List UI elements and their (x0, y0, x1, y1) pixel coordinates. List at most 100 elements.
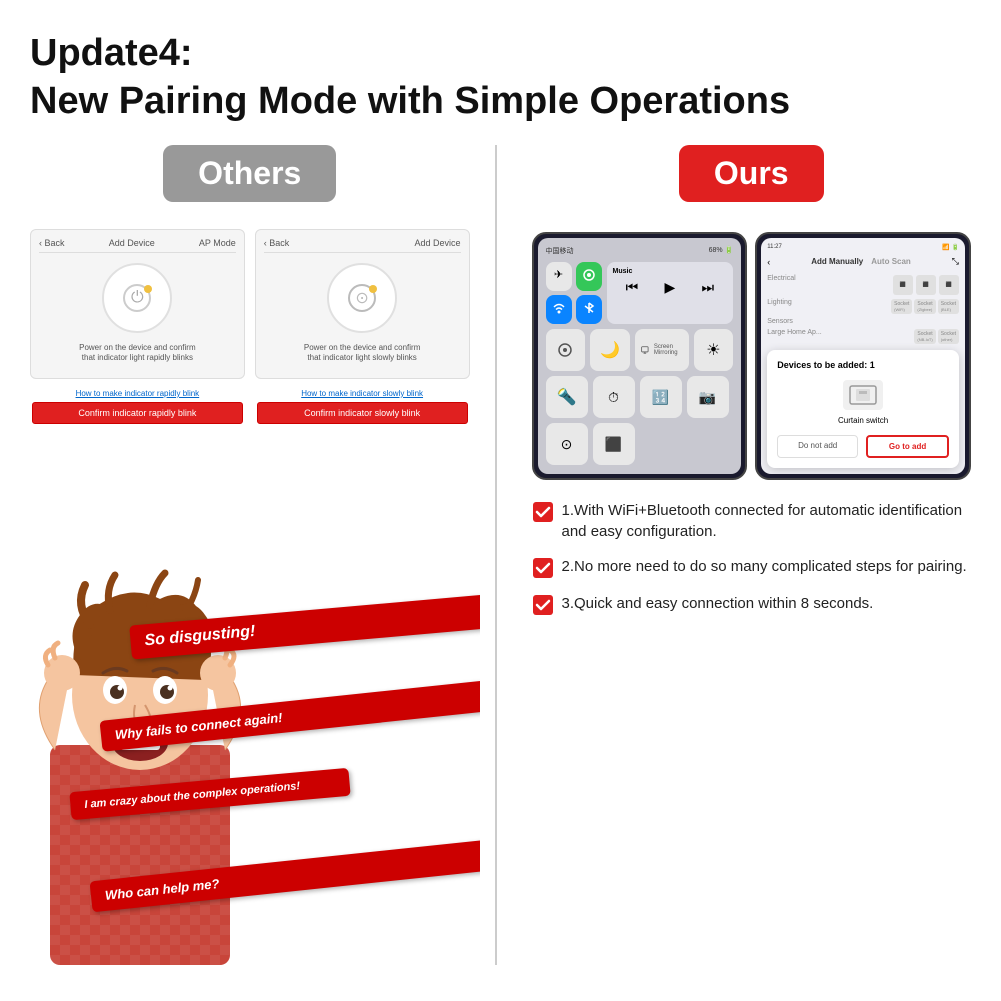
large-home-icons: Socket(NB-IoT) Socket(other) (914, 329, 959, 344)
socket-icon-2[interactable]: ⬛ (916, 275, 936, 295)
confirm-slow-button[interactable]: Confirm indicator slowly blink (257, 402, 468, 424)
ios-fourth-row: ⊙ ⬛ (546, 423, 734, 465)
music-widget: Music ⏮ ▶ ⏭ (607, 262, 734, 324)
time-display: 11:27 (767, 244, 782, 251)
screenshots-section: ‹ Back Add Device AP Mode ⏻ Power on the… (30, 229, 470, 424)
screenshot-header-2: ‹ Back Add Device (264, 238, 461, 253)
screen-mirror-toggle[interactable]: Screen Mirroring (635, 329, 689, 371)
bluetooth-toggle[interactable] (576, 295, 602, 324)
tabs-row: Add Manually Auto Scan (811, 257, 911, 266)
device-popup: Devices to be added: 1 Curtain switch Do… (767, 350, 959, 468)
timer-toggle[interactable]: ⏱ (593, 376, 635, 418)
lighting-row: Lighting Socket(WiFi) Socket(Zigbee) Soc… (767, 299, 959, 314)
socket-ble[interactable]: Socket(BLE) (938, 299, 959, 314)
bubble-4: Who can help me? (90, 839, 480, 913)
feature-item-3: 3.Quick and easy connection within 8 sec… (532, 593, 972, 616)
check-icon-1 (532, 501, 554, 523)
carrier: 中国移动 (546, 246, 574, 256)
phone-left: 中国移动 68% 🔋 ✈ (532, 232, 748, 480)
ios-control-center: 中国移动 68% 🔋 ✈ (538, 238, 742, 474)
tab-auto-scan[interactable]: Auto Scan (871, 257, 911, 266)
tab-add-manually[interactable]: Add Manually (811, 257, 863, 266)
bubble-3: I am crazy about the complex operations! (69, 768, 350, 820)
title-line2: New Pairing Mode with Simple Operations (30, 80, 790, 122)
brightness-toggle[interactable]: ☀ (694, 329, 734, 371)
socket-nbot[interactable]: Socket(NB-IoT) (914, 329, 935, 344)
ios-top-row: ✈ (546, 262, 734, 324)
cellular-toggle[interactable] (576, 262, 602, 291)
feature-item-2: 2.No more need to do so many complicated… (532, 556, 972, 579)
nav-back-2: ‹ Back (264, 238, 290, 248)
screen-mirror-label: Screen Mirroring (654, 344, 683, 356)
home-toggle[interactable]: ⊙ (546, 423, 588, 465)
rewind-button[interactable]: ⏮ (626, 279, 639, 296)
lighting-icons: Socket(WiFi) Socket(Zigbee) Socket(BLE) (891, 299, 959, 314)
camera-toggle[interactable]: 📷 (687, 376, 729, 418)
do-not-add-button[interactable]: Do not add (777, 435, 858, 458)
nav-apmode-1: AP Mode (199, 238, 236, 248)
socket-zigbee[interactable]: Socket(Zigbee) (914, 299, 935, 314)
title-line1: Update4: (30, 32, 193, 74)
screenshots-row: ‹ Back Add Device AP Mode ⏻ Power on the… (30, 229, 470, 379)
wifi-toggle[interactable] (546, 295, 572, 324)
moon-toggle[interactable]: 🌙 (590, 329, 630, 371)
go-to-add-button[interactable]: Go to add (866, 435, 949, 458)
airplane-toggle[interactable]: ✈ (546, 262, 572, 291)
sensors-row: Sensors (767, 318, 959, 325)
page-title: Update4: New Pairing Mode with Simple Op… (30, 30, 971, 125)
calculator-toggle[interactable]: 🔢 (640, 376, 682, 418)
screenshot-box-2: ‹ Back Add Device ⊙ Power on the device … (255, 229, 470, 379)
phone-right: 11:27 📶 🔋 ‹ Add Manually Auto Scan ⤡ (755, 232, 971, 480)
flashlight-toggle[interactable]: 🔦 (546, 376, 588, 418)
ours-badge: Ours (679, 145, 824, 202)
screenshot-header-1: ‹ Back Add Device AP Mode (39, 238, 236, 253)
header: Update4: New Pairing Mode with Simple Op… (30, 30, 971, 125)
sensors-label: Sensors (767, 318, 793, 325)
nav-title-2: Add Device (414, 238, 460, 248)
large-home-label: Large Home Ap... (767, 329, 821, 344)
confirm-1-section: How to make indicator rapidly blink Conf… (30, 389, 245, 424)
frustrated-section: So disgusting! Why fails to connect agai… (20, 545, 480, 965)
focus-toggle[interactable] (546, 329, 586, 371)
check-icon-2 (532, 557, 554, 579)
bubble-1: So disgusting! (129, 594, 479, 659)
screenshot-box-1: ‹ Back Add Device AP Mode ⏻ Power on the… (30, 229, 245, 379)
features-list: 1.With WiFi+Bluetooth connected for auto… (532, 500, 972, 616)
play-button[interactable]: ▶ (664, 279, 675, 296)
bubble-2: Why fails to connect again! (99, 679, 479, 752)
back-arrow[interactable]: ‹ (767, 257, 770, 267)
lighting-label: Lighting (767, 299, 792, 314)
column-divider (495, 145, 497, 965)
feature-text-3: 3.Quick and easy connection within 8 sec… (562, 593, 874, 614)
ios-second-row: 🌙 Screen Mirroring ☀ (546, 329, 734, 371)
rapidly-blink-link[interactable]: How to make indicator rapidly blink (32, 389, 243, 398)
socket-icon-3[interactable]: ⬛ (939, 275, 959, 295)
large-home-row: Large Home Ap... Socket(NB-IoT) Socket(o… (767, 329, 959, 344)
electrical-label: Electrical (767, 275, 795, 295)
ios-toggle-grid: ✈ (546, 262, 602, 324)
signal-display: 📶 🔋 (942, 244, 959, 251)
feature-text-2: 2.No more need to do so many complicated… (562, 556, 967, 577)
speech-bubbles: So disgusting! Why fails to connect agai… (20, 545, 480, 965)
scan-toggle[interactable]: ⬛ (593, 423, 635, 465)
page: Update4: New Pairing Mode with Simple Op… (0, 0, 1001, 1001)
feature-item-1: 1.With WiFi+Bluetooth connected for auto… (532, 500, 972, 542)
socket-wifi[interactable]: Socket(WiFi) (891, 299, 912, 314)
fastforward-button[interactable]: ⏭ (702, 279, 715, 296)
confirm-buttons-row: How to make indicator rapidly blink Conf… (30, 389, 470, 424)
add-manually-screen: 11:27 📶 🔋 ‹ Add Manually Auto Scan ⤡ (761, 238, 965, 474)
socket-icon-1[interactable]: ⬛ (893, 275, 913, 295)
music-controls: ⏮ ▶ ⏭ (613, 279, 728, 296)
socket-other[interactable]: Socket(other) (938, 329, 959, 344)
device-name: Curtain switch (777, 416, 949, 425)
left-column: Others ‹ Back Add Device AP Mode ⏻ (30, 145, 490, 965)
device-indicator-2 (369, 285, 377, 293)
slowly-blink-link[interactable]: How to make indicator slowly blink (257, 389, 468, 398)
feature-text-1: 1.With WiFi+Bluetooth connected for auto… (562, 500, 972, 542)
device-icon (843, 380, 883, 410)
device-circle-2: ⊙ (327, 263, 397, 333)
music-label: Music (613, 268, 728, 275)
confirm-rapid-button[interactable]: Confirm indicator rapidly blink (32, 402, 243, 424)
popup-title: Devices to be added: 1 (777, 360, 949, 370)
expand-icon[interactable]: ⤡ (952, 256, 959, 267)
